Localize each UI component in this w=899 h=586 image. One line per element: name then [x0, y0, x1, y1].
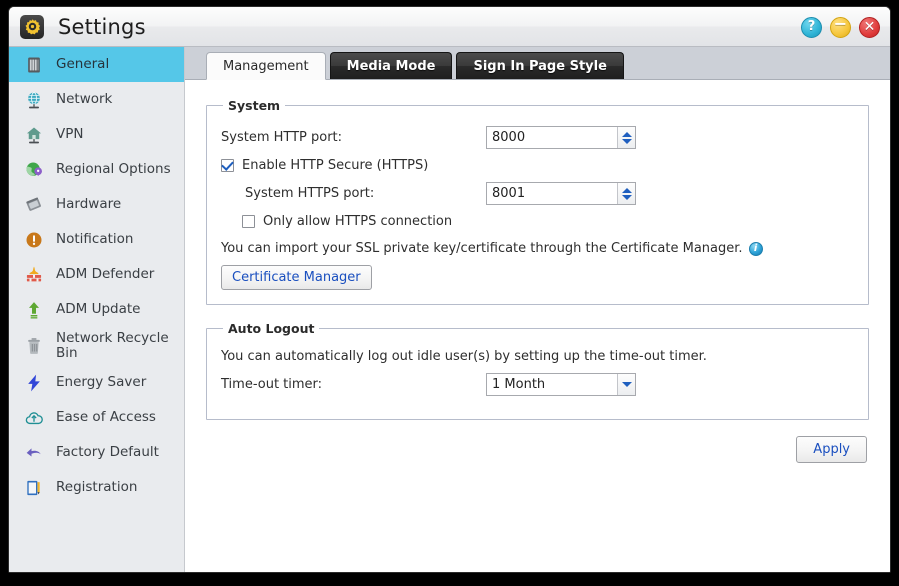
auto-logout-description: You can automatically log out idle user(… [221, 349, 707, 364]
sidebar-item-ease-of-access[interactable]: Ease of Access [9, 400, 184, 435]
tab-label: Media Mode [346, 58, 436, 74]
nas-server-icon [23, 54, 45, 76]
sidebar-item-general[interactable]: General [9, 47, 184, 82]
chevron-down-icon[interactable] [621, 138, 632, 144]
info-icon[interactable]: i [748, 241, 763, 256]
sidebar-item-label: Factory Default [56, 444, 159, 461]
sidebar-item-label: General [56, 55, 110, 72]
sidebar-item-energy-saver[interactable]: Energy Saver [9, 365, 184, 400]
auto-logout-section-legend: Auto Logout [228, 321, 315, 336]
http-port-stepper[interactable] [617, 127, 635, 148]
https-port-label: System HTTPS port: [245, 186, 375, 201]
help-icon: ? [807, 19, 816, 34]
system-section-legend: System [228, 98, 281, 113]
sidebar-item-label: Energy Saver [56, 374, 147, 391]
chevron-down-icon[interactable] [621, 194, 632, 200]
tab-management[interactable]: Management [206, 52, 326, 80]
undo-arrow-icon [23, 442, 45, 464]
certificate-manager-button[interactable]: Certificate Manager [221, 265, 372, 290]
https-port-row: System HTTPS port: [221, 182, 854, 205]
settings-window: Settings ? − ✕ General Network VPN Regio… [8, 6, 891, 573]
ssl-note: You can import your SSL private key/cert… [221, 241, 854, 256]
help-button[interactable]: ? [801, 17, 822, 38]
only-https-checkbox[interactable] [242, 215, 255, 228]
enable-https-label: Enable HTTP Secure (HTTPS) [242, 158, 429, 173]
settings-sidebar[interactable]: General Network VPN Regional Options Har… [9, 47, 185, 572]
chevron-down-icon[interactable] [617, 374, 635, 395]
sidebar-item-network[interactable]: Network [9, 82, 184, 117]
http-port-spinner[interactable] [486, 126, 636, 149]
https-port-spinner[interactable] [486, 182, 636, 205]
tab-label: Sign In Page Style [473, 58, 607, 74]
apply-row: Apply [206, 436, 869, 463]
http-port-row: System HTTP port: [221, 126, 854, 149]
house-network-icon [23, 124, 45, 146]
page-title: Settings [58, 14, 146, 39]
sidebar-item-label: ADM Defender [56, 265, 155, 282]
https-port-stepper[interactable] [617, 183, 635, 204]
exclamation-circle-icon [23, 229, 45, 251]
tab-strip[interactable]: Management Media Mode Sign In Page Style [185, 47, 890, 80]
system-section: System System HTTP port: 8000 Enable HTT… [206, 98, 869, 305]
only-https-checkbox-row[interactable]: Only allow HTTPS connection [221, 214, 854, 229]
ssl-note-text: You can import your SSL private key/cert… [221, 241, 743, 256]
cloud-upload-icon [23, 407, 45, 429]
sidebar-item-network-recycle-bin[interactable]: Network Recycle Bin [9, 327, 184, 365]
http-port-label: System HTTP port: [221, 130, 343, 145]
sidebar-item-adm-update[interactable]: ADM Update [9, 292, 184, 327]
sidebar-item-hardware[interactable]: Hardware [9, 187, 184, 222]
timeout-timer-value: 1 Month [492, 377, 546, 392]
enable-https-checkbox-row[interactable]: Enable HTTP Secure (HTTPS) [221, 158, 854, 173]
chip-icon [23, 194, 45, 216]
chevron-up-icon[interactable] [621, 187, 632, 193]
minimize-icon: − [833, 13, 848, 33]
sidebar-item-label: Hardware [56, 195, 122, 212]
lightning-bolt-icon [23, 372, 45, 394]
timeout-timer-select[interactable]: 1 Month [486, 373, 636, 396]
globe-pin-icon [23, 159, 45, 181]
auto-logout-section: Auto Logout You can automatically log ou… [206, 321, 869, 420]
enable-https-checkbox[interactable] [221, 159, 234, 172]
sidebar-item-label: Notification [56, 230, 134, 247]
window-controls: ? − ✕ [801, 13, 880, 38]
clipboard-pencil-icon [23, 477, 45, 499]
sidebar-item-label: Network [56, 90, 113, 107]
sidebar-item-label: VPN [56, 125, 84, 142]
firewall-icon [23, 264, 45, 286]
management-panel: System System HTTP port: 8000 Enable HTT… [185, 80, 890, 572]
only-https-label: Only allow HTTPS connection [263, 214, 453, 229]
sidebar-item-vpn[interactable]: VPN [9, 117, 184, 152]
sidebar-item-label: Regional Options [56, 160, 171, 177]
sidebar-item-label: Network Recycle Bin [56, 330, 169, 362]
trash-icon [23, 335, 45, 357]
https-port-input[interactable] [487, 183, 617, 204]
chevron-up-icon[interactable] [621, 131, 632, 137]
sidebar-item-factory-default[interactable]: Factory Default [9, 435, 184, 470]
sidebar-item-label: ADM Update [56, 300, 141, 317]
tab-media-mode[interactable]: Media Mode [329, 52, 453, 79]
apply-button[interactable]: Apply [796, 436, 867, 463]
tab-label: Management [223, 58, 309, 74]
close-button[interactable]: ✕ [859, 17, 880, 38]
sidebar-item-label: Registration [56, 479, 138, 496]
sidebar-item-label: Ease of Access [56, 409, 156, 426]
window-titlebar[interactable]: Settings ? − ✕ [9, 7, 890, 47]
http-port-input[interactable] [487, 127, 617, 148]
minimize-button[interactable]: − [830, 13, 851, 38]
settings-content: Management Media Mode Sign In Page Style… [185, 47, 890, 572]
sidebar-item-regional-options[interactable]: Regional Options [9, 152, 184, 187]
auto-logout-description-row: You can automatically log out idle user(… [221, 349, 854, 364]
sidebar-item-notification[interactable]: Notification [9, 222, 184, 257]
sidebar-item-registration[interactable]: Registration [9, 470, 184, 505]
up-arrow-icon [23, 299, 45, 321]
timeout-timer-label: Time-out timer: [221, 377, 323, 392]
timeout-timer-row: Time-out timer: 1 Month [221, 373, 854, 396]
settings-app-icon [20, 14, 44, 39]
sidebar-item-adm-defender[interactable]: ADM Defender [9, 257, 184, 292]
close-icon: ✕ [863, 18, 876, 35]
tab-sign-in-page-style[interactable]: Sign In Page Style [456, 52, 624, 79]
globe-icon [23, 89, 45, 111]
window-body: General Network VPN Regional Options Har… [9, 47, 890, 572]
